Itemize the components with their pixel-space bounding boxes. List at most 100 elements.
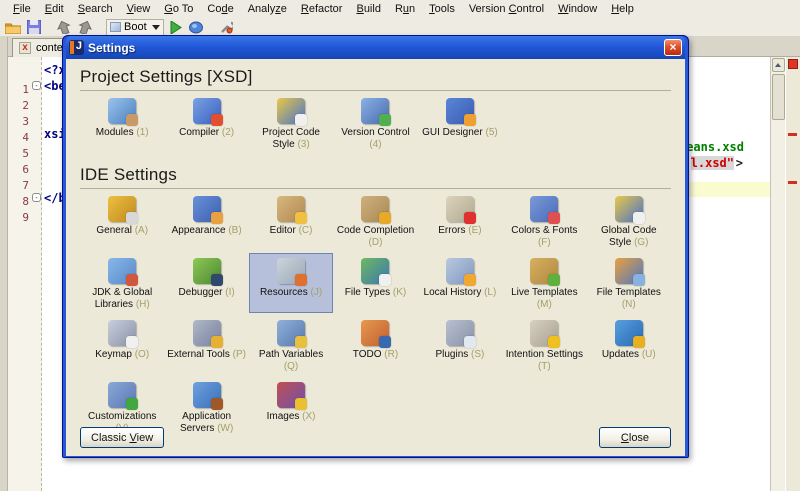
dialog-body: Project Settings [XSD]Modules (1)Compile…: [66, 59, 685, 456]
settings-item-label: Errors (E): [438, 225, 481, 237]
dialog-title: Settings: [88, 41, 660, 55]
menu-bar: FileEditSearchViewGo ToCodeAnalyzeRefact…: [0, 0, 800, 18]
run-config-icon: [110, 22, 121, 32]
settings-item-keymap[interactable]: Keymap (O): [80, 315, 164, 375]
path-variables-icon: [277, 320, 305, 346]
editor-icon: [277, 196, 305, 222]
file-templates-icon: [615, 258, 643, 284]
settings-item-code-completion[interactable]: Code Completion (D): [333, 191, 417, 251]
modules-icon: [108, 98, 136, 124]
vertical-scrollbar[interactable]: [770, 57, 785, 491]
save-icon[interactable]: [25, 19, 43, 35]
back-icon[interactable]: [55, 19, 73, 35]
compiler-icon: [193, 98, 221, 124]
settings-item-editor[interactable]: Editor (C): [249, 191, 333, 251]
settings-dialog: Settings × Project Settings [XSD]Modules…: [62, 35, 689, 458]
version-control-icon: [361, 98, 389, 124]
menu-run[interactable]: Run: [388, 1, 422, 17]
classic-view-button[interactable]: Classic View: [80, 427, 164, 448]
close-button[interactable]: Close: [599, 427, 671, 448]
project-code-style-icon: [277, 98, 305, 124]
line-number: 7: [9, 179, 29, 192]
open-file-icon[interactable]: [4, 19, 22, 35]
settings-item-errors[interactable]: Errors (E): [418, 191, 502, 251]
run-config-label: Boot: [124, 21, 147, 33]
menu-tools[interactable]: Tools: [422, 1, 462, 17]
dialog-title-bar[interactable]: Settings ×: [66, 36, 685, 59]
code-fragment: eans.xsd: [686, 140, 744, 154]
settings-item-plugins[interactable]: Plugins (S): [418, 315, 502, 375]
menu-window[interactable]: Window: [551, 1, 604, 17]
fold-column: --: [32, 57, 42, 491]
settings-item-resources[interactable]: Resources (J): [249, 253, 333, 313]
todo-icon: [361, 320, 389, 346]
settings-item-intention-settings[interactable]: Intention Settings (T): [502, 315, 586, 375]
debug-icon[interactable]: [188, 19, 206, 35]
run-configuration-combo[interactable]: Boot: [106, 19, 164, 36]
line-number: 3: [9, 115, 29, 128]
settings-item-general[interactable]: General (A): [80, 191, 164, 251]
line-number: 1: [9, 83, 29, 96]
settings-item-label: Global Code Style (G): [589, 225, 669, 248]
settings-item-live-templates[interactable]: Live Templates (M): [502, 253, 586, 313]
menu-edit[interactable]: Edit: [38, 1, 71, 17]
error-mark[interactable]: [788, 133, 797, 136]
settings-item-label: JDK & Global Libraries (H): [82, 287, 162, 310]
debugger-icon: [193, 258, 221, 284]
menu-file[interactable]: File: [6, 1, 38, 17]
settings-item-version-control[interactable]: Version Control (4): [333, 93, 417, 153]
settings-item-project-code-style[interactable]: Project Code Style (3): [249, 93, 333, 153]
scrollbar-thumb[interactable]: [772, 74, 785, 120]
settings-item-jdk-global-libraries[interactable]: JDK & Global Libraries (H): [80, 253, 164, 313]
settings-item-label: Path Variables (Q): [251, 349, 331, 372]
settings-item-path-variables[interactable]: Path Variables (Q): [249, 315, 333, 375]
settings-item-appearance[interactable]: Appearance (B): [164, 191, 248, 251]
tool-icon[interactable]: [218, 19, 236, 35]
settings-item-label: Images (X): [267, 411, 316, 423]
settings-item-gui-designer[interactable]: GUI Designer (5): [418, 93, 502, 153]
settings-item-label: Project Code Style (3): [251, 127, 331, 150]
fold-marker-icon[interactable]: -: [32, 81, 41, 90]
section-title: IDE Settings: [80, 165, 671, 185]
plugins-icon: [446, 320, 474, 346]
menu-build[interactable]: Build: [349, 1, 387, 17]
settings-item-todo[interactable]: TODO (R): [333, 315, 417, 375]
settings-item-file-types[interactable]: File Types (K): [333, 253, 417, 313]
line-number: 4: [9, 131, 29, 144]
ide-frame-bar: [0, 37, 8, 491]
settings-item-label: Updates (U): [602, 349, 656, 361]
settings-item-label: External Tools (P): [167, 349, 246, 361]
forward-icon[interactable]: [76, 19, 94, 35]
settings-item-colors-fonts[interactable]: Colors & Fonts (F): [502, 191, 586, 251]
settings-item-modules[interactable]: Modules (1): [80, 93, 164, 153]
menu-search[interactable]: Search: [71, 1, 120, 17]
settings-item-debugger[interactable]: Debugger (I): [164, 253, 248, 313]
toolbar-separator: [46, 19, 52, 35]
settings-item-external-tools[interactable]: External Tools (P): [164, 315, 248, 375]
settings-item-file-templates[interactable]: File Templates (N): [587, 253, 671, 313]
menu-code[interactable]: Code: [200, 1, 240, 17]
run-icon[interactable]: [167, 19, 185, 35]
settings-item-compiler[interactable]: Compiler (2): [164, 93, 248, 153]
fold-marker-icon[interactable]: -: [32, 193, 41, 202]
live-templates-icon: [530, 258, 558, 284]
error-mark[interactable]: [788, 181, 797, 184]
menu-version-control[interactable]: Version Control: [462, 1, 551, 17]
menu-view[interactable]: View: [120, 1, 158, 17]
settings-item-local-history[interactable]: Local History (L): [418, 253, 502, 313]
line-number: 5: [9, 147, 29, 160]
settings-item-global-code-style[interactable]: Global Code Style (G): [587, 191, 671, 251]
settings-item-label: GUI Designer (5): [422, 127, 498, 139]
file-types-icon: [361, 258, 389, 284]
customizations-icon: [108, 382, 136, 408]
menu-help[interactable]: Help: [604, 1, 641, 17]
menu-refactor[interactable]: Refactor: [294, 1, 350, 17]
images-icon: [277, 382, 305, 408]
resources-icon: [277, 258, 305, 284]
settings-item-label: Compiler (2): [179, 127, 234, 139]
close-icon[interactable]: ×: [664, 39, 682, 56]
settings-item-updates[interactable]: Updates (U): [587, 315, 671, 375]
menu-analyze[interactable]: Analyze: [241, 1, 294, 17]
menu-go-to[interactable]: Go To: [157, 1, 200, 17]
scroll-up-icon[interactable]: [772, 58, 785, 72]
